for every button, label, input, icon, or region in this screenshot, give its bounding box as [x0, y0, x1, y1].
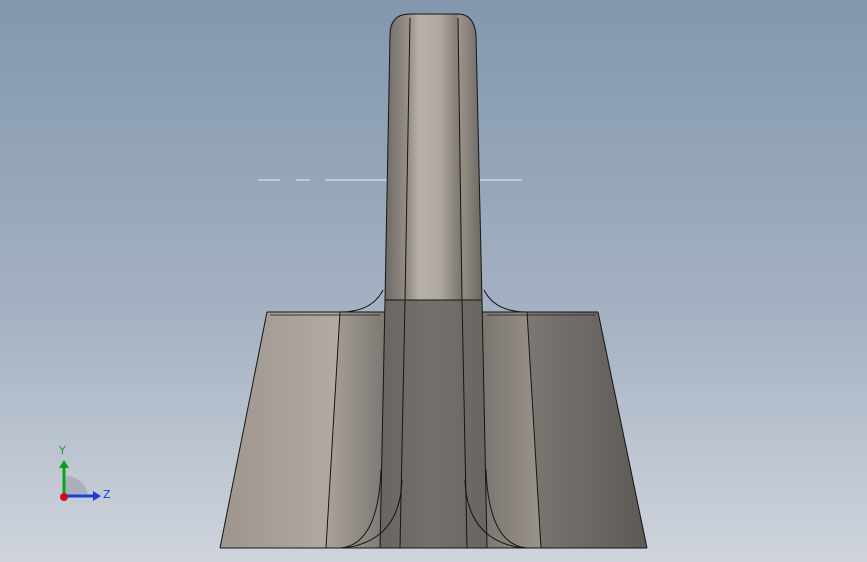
x-axis-dot	[60, 493, 68, 501]
z-axis-label: Z	[103, 488, 111, 501]
y-axis-label: Y	[58, 444, 66, 457]
triad-quadrant-shape	[64, 475, 88, 496]
graphics-viewport[interactable]: Y Z	[0, 0, 867, 562]
tab-body[interactable]	[385, 14, 482, 300]
z-axis-arrow-head	[93, 491, 101, 501]
base-left-face	[220, 312, 340, 548]
reference-triad[interactable]: Y Z	[48, 440, 118, 510]
y-axis-arrow-head	[59, 460, 69, 468]
base-body[interactable]	[220, 300, 647, 548]
tab-front-face	[405, 14, 462, 300]
base-right-face	[527, 312, 647, 548]
model-3d-view[interactable]	[0, 0, 867, 562]
